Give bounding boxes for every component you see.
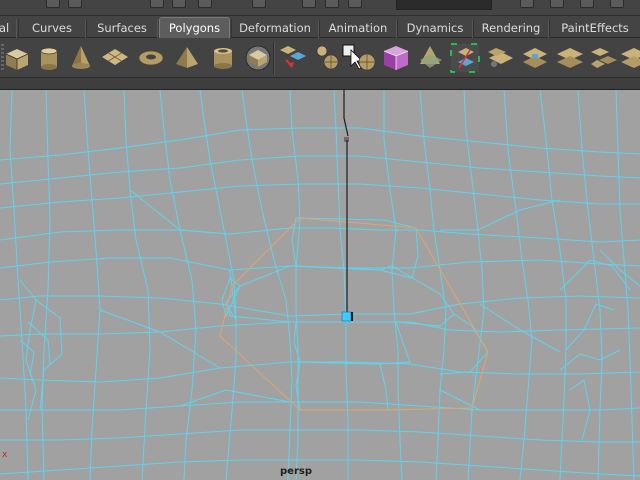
status-button[interactable] (46, 0, 60, 8)
combine-icon[interactable] (312, 42, 342, 74)
wireframe-mesh (0, 90, 640, 480)
smooth-mesh-icon[interactable] (243, 42, 273, 74)
tab-dynamics[interactable]: Dynamics (397, 19, 473, 38)
manipulator-handle[interactable] (343, 90, 349, 137)
extrude-edge-icon[interactable] (589, 42, 619, 74)
separate-icon[interactable] (352, 42, 382, 74)
split-polygon-icon[interactable] (450, 42, 480, 74)
poly-plane-icon[interactable] (100, 42, 130, 74)
status-line (0, 0, 640, 16)
merge-vertices-icon[interactable] (555, 42, 585, 74)
poly-torus-icon[interactable] (136, 42, 166, 74)
poly-cube-icon[interactable] (2, 42, 32, 74)
shelf-bottom-bar (0, 78, 640, 90)
status-button[interactable] (580, 0, 594, 8)
uv-cube-icon[interactable] (381, 42, 411, 74)
tab-general[interactable]: al (0, 19, 17, 38)
status-field[interactable] (396, 0, 492, 10)
tab-polygons[interactable]: Polygons (159, 17, 230, 38)
poly-pyramid-icon[interactable] (172, 42, 202, 74)
tab-surfaces[interactable]: Surfaces (86, 19, 158, 38)
status-button[interactable] (520, 0, 534, 8)
tab-rendering[interactable]: Rendering (473, 19, 549, 38)
status-button[interactable] (610, 0, 624, 8)
tab-deformation[interactable]: Deformation (231, 19, 319, 38)
planar-mapping-icon[interactable] (415, 42, 445, 74)
status-button[interactable] (348, 0, 362, 8)
tab-curves[interactable]: Curves (18, 19, 86, 38)
status-button[interactable] (68, 0, 82, 8)
status-button[interactable] (325, 0, 339, 8)
tab-painteffects[interactable]: PaintEffects (549, 19, 640, 38)
extrude-face-icon[interactable] (486, 42, 516, 74)
axis-x-label: x (2, 450, 8, 460)
status-button[interactable] (150, 0, 164, 8)
status-button[interactable] (302, 0, 316, 8)
status-button[interactable] (252, 0, 266, 8)
poly-cone-icon[interactable] (66, 42, 96, 74)
append-polygon-icon[interactable] (278, 42, 308, 74)
tab-animation[interactable]: Animation (319, 19, 397, 38)
status-button[interactable] (198, 0, 212, 8)
status-button[interactable] (172, 0, 186, 8)
status-button[interactable] (550, 0, 564, 8)
bevel-icon[interactable] (520, 42, 550, 74)
poly-cylinder-icon[interactable] (34, 42, 64, 74)
poly-pipe-icon[interactable] (208, 42, 238, 74)
pivot-point[interactable] (341, 311, 352, 322)
polygons-shelf (0, 38, 640, 78)
camera-label: persp (280, 466, 312, 477)
poke-face-icon[interactable] (619, 42, 640, 74)
shelf-tab-bar: al Curves Surfaces Polygons Deformation … (0, 16, 640, 38)
perspective-viewport[interactable]: x persp (0, 90, 640, 480)
